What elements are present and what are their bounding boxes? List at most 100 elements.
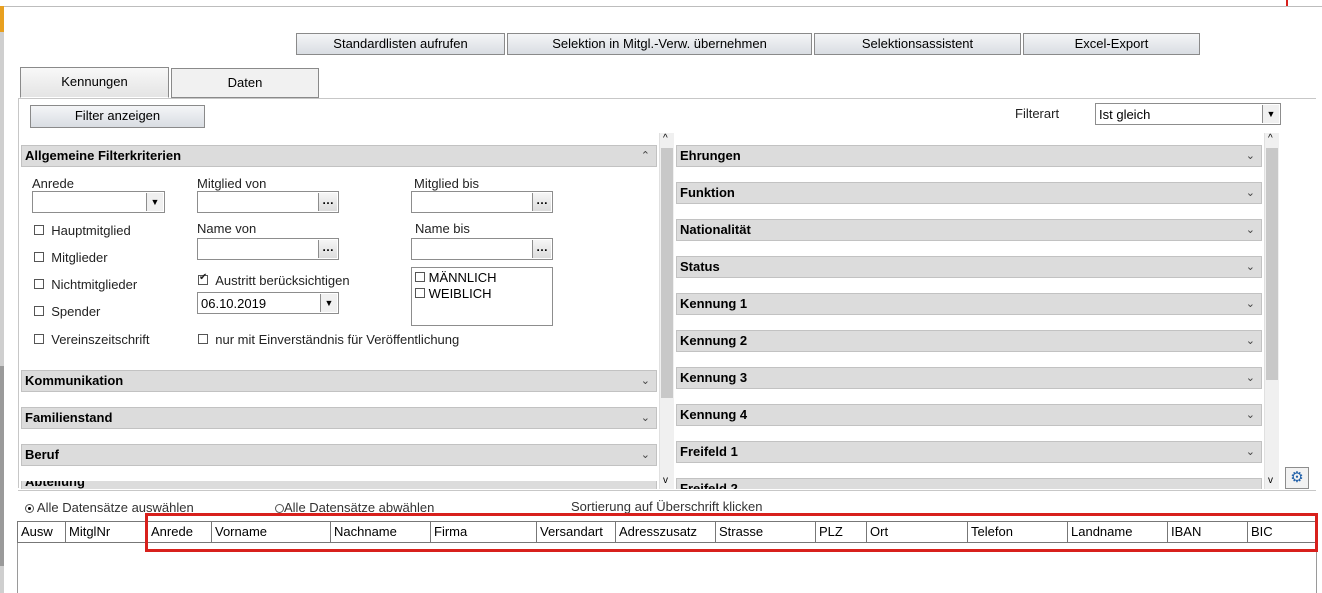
expand-icon[interactable]: ⌄ xyxy=(1246,220,1255,240)
checkbox-spender[interactable]: Spender xyxy=(34,304,100,319)
expand-icon[interactable]: ⌄ xyxy=(1246,442,1255,462)
option-label: MÄNNLICH xyxy=(428,270,497,285)
section-title: Familienstand xyxy=(25,410,113,425)
scroll-up-icon[interactable]: ^ xyxy=(1268,133,1273,144)
checkbox-box[interactable] xyxy=(34,306,44,316)
filterart-select[interactable]: Ist gleich ▼ xyxy=(1095,103,1281,125)
tab-daten[interactable]: Daten xyxy=(171,68,319,98)
gender-listbox[interactable]: MÄNNLICH WEIBLICH xyxy=(411,267,553,326)
window-top-bar xyxy=(0,0,1322,7)
expand-icon[interactable]: ⌄ xyxy=(1246,331,1255,351)
section-title: Freifeld 2 xyxy=(680,481,738,489)
standardlisten-button[interactable]: Standardlisten aufrufen xyxy=(296,33,505,55)
name-von-field[interactable]: … xyxy=(197,238,339,260)
mitglied-bis-field[interactable]: … xyxy=(411,191,553,213)
section-kommunikation[interactable]: Kommunikation ⌄ xyxy=(21,370,657,392)
checkbox-box[interactable] xyxy=(415,288,425,298)
gear-icon[interactable]: ⚙ xyxy=(1285,467,1309,489)
expand-icon[interactable]: ⌄ xyxy=(641,408,650,428)
section-title: Funktion xyxy=(680,185,735,200)
ellipsis-icon[interactable]: … xyxy=(318,240,337,258)
scroll-thumb[interactable] xyxy=(1266,148,1278,380)
section-title: Allgemeine Filterkriterien xyxy=(25,148,182,163)
checkbox-checked-box[interactable]: ✔ xyxy=(198,272,208,285)
column-header-ausw[interactable]: Ausw xyxy=(18,522,66,542)
checkbox-box[interactable] xyxy=(415,272,425,282)
gender-option-weiblich[interactable]: WEIBLICH xyxy=(415,286,491,301)
section-title: Status xyxy=(680,259,720,274)
checkbox-box[interactable] xyxy=(34,252,44,262)
tab-kennungen[interactable]: Kennungen xyxy=(20,67,169,98)
section-familienstand[interactable]: Familienstand ⌄ xyxy=(21,407,657,429)
expand-icon[interactable]: ⌄ xyxy=(1246,368,1255,388)
section-title: Kennung 3 xyxy=(680,370,748,385)
selektion-uebernehmen-button[interactable]: Selektion in Mitgl.-Verw. übernehmen xyxy=(507,33,812,55)
mitglied-von-field[interactable]: … xyxy=(197,191,339,213)
checkbox-austritt[interactable]: ✔ Austritt berücksichtigen xyxy=(198,272,350,288)
sort-hint: Sortierung auf Überschrift klicken xyxy=(571,499,763,514)
date-value: 06.10.2019 xyxy=(201,296,267,311)
section-ehrungen[interactable]: Ehrungen ⌄ xyxy=(676,145,1262,167)
anrede-select[interactable]: ▼ xyxy=(32,191,165,213)
expand-icon[interactable]: ⌄ xyxy=(1246,479,1255,489)
expand-icon[interactable]: ⌄ xyxy=(1246,146,1255,166)
section-title: Freifeld 1 xyxy=(680,444,738,459)
section-kennung-1[interactable]: Kennung 1 ⌄ xyxy=(676,293,1262,315)
checkbox-box[interactable] xyxy=(34,225,44,235)
gender-option-maennlich[interactable]: MÄNNLICH xyxy=(415,270,497,285)
mitglied-von-label: Mitglied von xyxy=(197,176,267,191)
chevron-down-icon[interactable]: ▼ xyxy=(1262,105,1279,123)
left-window-strip xyxy=(0,6,4,593)
name-von-label: Name von xyxy=(197,221,257,236)
expand-icon[interactable]: ⌄ xyxy=(1246,257,1255,277)
section-funktion[interactable]: Funktion ⌄ xyxy=(676,182,1262,204)
section-kennung-4[interactable]: Kennung 4 ⌄ xyxy=(676,404,1262,426)
chevron-down-icon[interactable]: ▼ xyxy=(146,193,163,211)
column-header-mitglnr[interactable]: MitglNr xyxy=(66,522,148,542)
expand-icon[interactable]: ⌄ xyxy=(641,371,650,391)
chevron-down-icon[interactable]: ▼ xyxy=(320,294,337,312)
section-nationalität[interactable]: Nationalität ⌄ xyxy=(676,219,1262,241)
section-allgemeine-filterkriterien[interactable]: Allgemeine Filterkriterien ⌃ xyxy=(21,145,657,167)
section-freifeld-1[interactable]: Freifeld 1 ⌄ xyxy=(676,441,1262,463)
collapse-icon[interactable]: ⌃ xyxy=(641,146,650,166)
checkbox-label: Vereinszeitschrift xyxy=(51,332,150,347)
ellipsis-icon[interactable]: … xyxy=(532,193,551,211)
right-scrollbar[interactable]: ^ v xyxy=(1264,133,1279,489)
austritt-date-picker[interactable]: 06.10.2019 ▼ xyxy=(197,292,339,314)
excel-export-button[interactable]: Excel-Export xyxy=(1023,33,1200,55)
right-sections: Ehrungen ⌄ Funktion ⌄ Nationalität ⌄ Status ⌄ Ke… xyxy=(676,145,1262,489)
ellipsis-icon[interactable]: … xyxy=(318,193,337,211)
section-status[interactable]: Status ⌄ xyxy=(676,256,1262,278)
scroll-up-icon[interactable]: ^ xyxy=(663,133,668,144)
checkbox-nichtmitglieder[interactable]: Nichtmitglieder xyxy=(34,277,137,292)
left-scrollbar[interactable]: ^ v xyxy=(659,133,674,489)
checkbox-hauptmitglied[interactable]: Hauptmitglied xyxy=(34,223,131,238)
checkbox-einverstaendnis[interactable]: nur mit Einverständnis für Veröffentlich… xyxy=(198,332,459,347)
checkbox-mitglieder[interactable]: Mitglieder xyxy=(34,250,108,265)
section-freifeld-2[interactable]: Freifeld 2 ⌄ xyxy=(676,478,1262,489)
scroll-thumb[interactable] xyxy=(661,148,673,398)
section-kennung-3[interactable]: Kennung 3 ⌄ xyxy=(676,367,1262,389)
expand-icon[interactable]: ⌄ xyxy=(1246,405,1255,425)
section-beruf[interactable]: Beruf ⌄ xyxy=(21,444,657,466)
scroll-down-icon[interactable]: v xyxy=(663,475,668,486)
ellipsis-icon[interactable]: … xyxy=(532,240,551,258)
expand-icon[interactable]: ⌄ xyxy=(1246,294,1255,314)
checkbox-box[interactable] xyxy=(34,279,44,289)
radio-button[interactable] xyxy=(25,504,34,514)
selektionsassistent-button[interactable]: Selektionsassistent xyxy=(814,33,1021,55)
expand-icon[interactable]: ⌄ xyxy=(641,445,650,465)
tab-baseline xyxy=(18,98,1316,99)
radio-button[interactable] xyxy=(275,504,284,514)
filter-anzeigen-button[interactable]: Filter anzeigen xyxy=(30,105,205,128)
section-kennung-2[interactable]: Kennung 2 ⌄ xyxy=(676,330,1262,352)
scroll-down-icon[interactable]: v xyxy=(1268,475,1273,486)
checkbox-box[interactable] xyxy=(34,334,44,344)
checkbox-vereinszeitschrift[interactable]: Vereinszeitschrift xyxy=(34,332,150,347)
section-abteilung-clipped[interactable]: Abteilung xyxy=(21,481,657,489)
name-bis-field[interactable]: … xyxy=(411,238,553,260)
expand-icon[interactable]: ⌄ xyxy=(1246,183,1255,203)
filterart-label: Filterart xyxy=(1015,106,1060,121)
checkbox-box[interactable] xyxy=(198,334,208,344)
